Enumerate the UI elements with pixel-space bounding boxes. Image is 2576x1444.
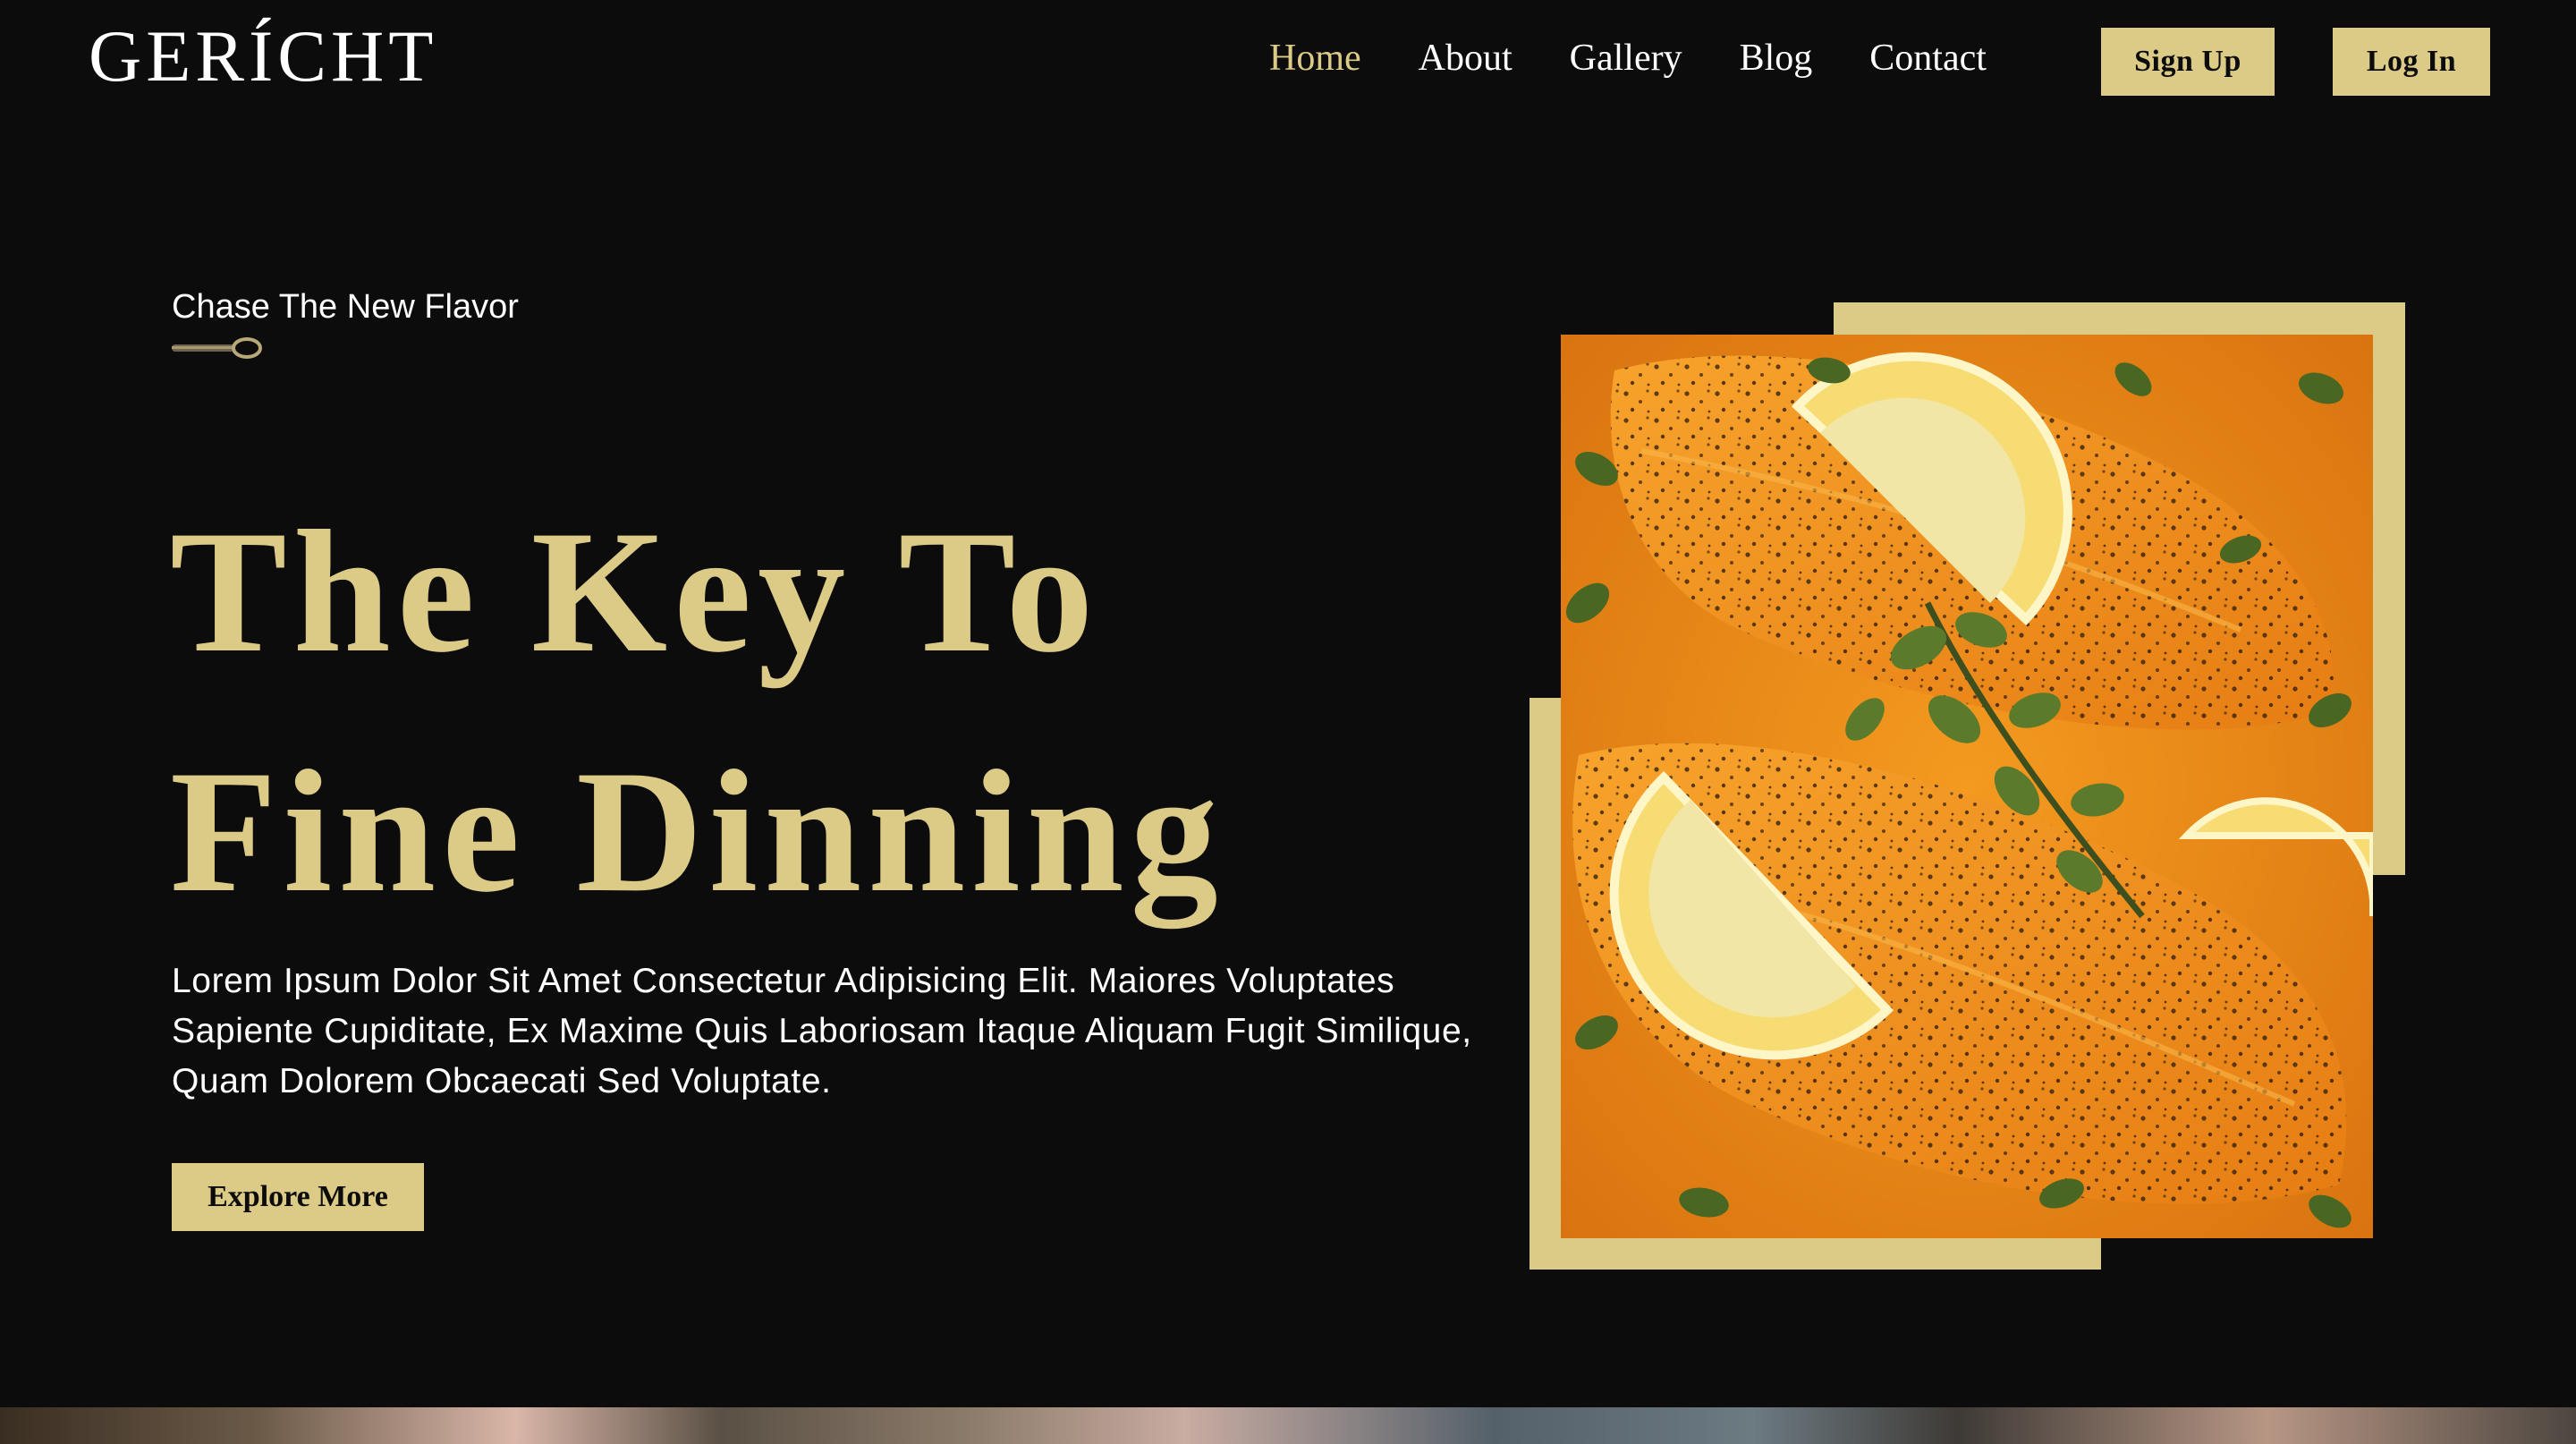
explore-more-button[interactable]: Explore More: [172, 1163, 424, 1231]
nav-home[interactable]: Home: [1269, 39, 1361, 77]
nav-about[interactable]: About: [1419, 39, 1513, 77]
salmon-dish-illustration: [1561, 335, 2373, 1238]
salmon-dish-photo: [1561, 335, 2373, 1238]
headline-line-2: Fine Dinning: [170, 735, 1224, 929]
nav-contact[interactable]: Contact: [1869, 39, 1987, 77]
hero-description: Lorem Ipsum Dolor Sit Amet Consectetur A…: [172, 962, 1472, 1100]
spoon-icon: [172, 337, 262, 359]
log-in-button[interactable]: Log In: [2333, 28, 2490, 96]
hero-tagline: Chase The New Flavor: [172, 288, 519, 326]
next-section-image-strip: [0, 1407, 2576, 1444]
hero-headline: The Key To Fine Dinning: [170, 472, 1224, 952]
brand-logo[interactable]: GERÍCHT: [89, 20, 437, 93]
headline-line-1: The Key To: [170, 495, 1100, 689]
main-nav: Home About Gallery Blog Contact: [1269, 39, 2044, 77]
nav-blog[interactable]: Blog: [1740, 39, 1813, 77]
sign-up-button[interactable]: Sign Up: [2101, 28, 2275, 96]
nav-gallery[interactable]: Gallery: [1570, 39, 1682, 77]
